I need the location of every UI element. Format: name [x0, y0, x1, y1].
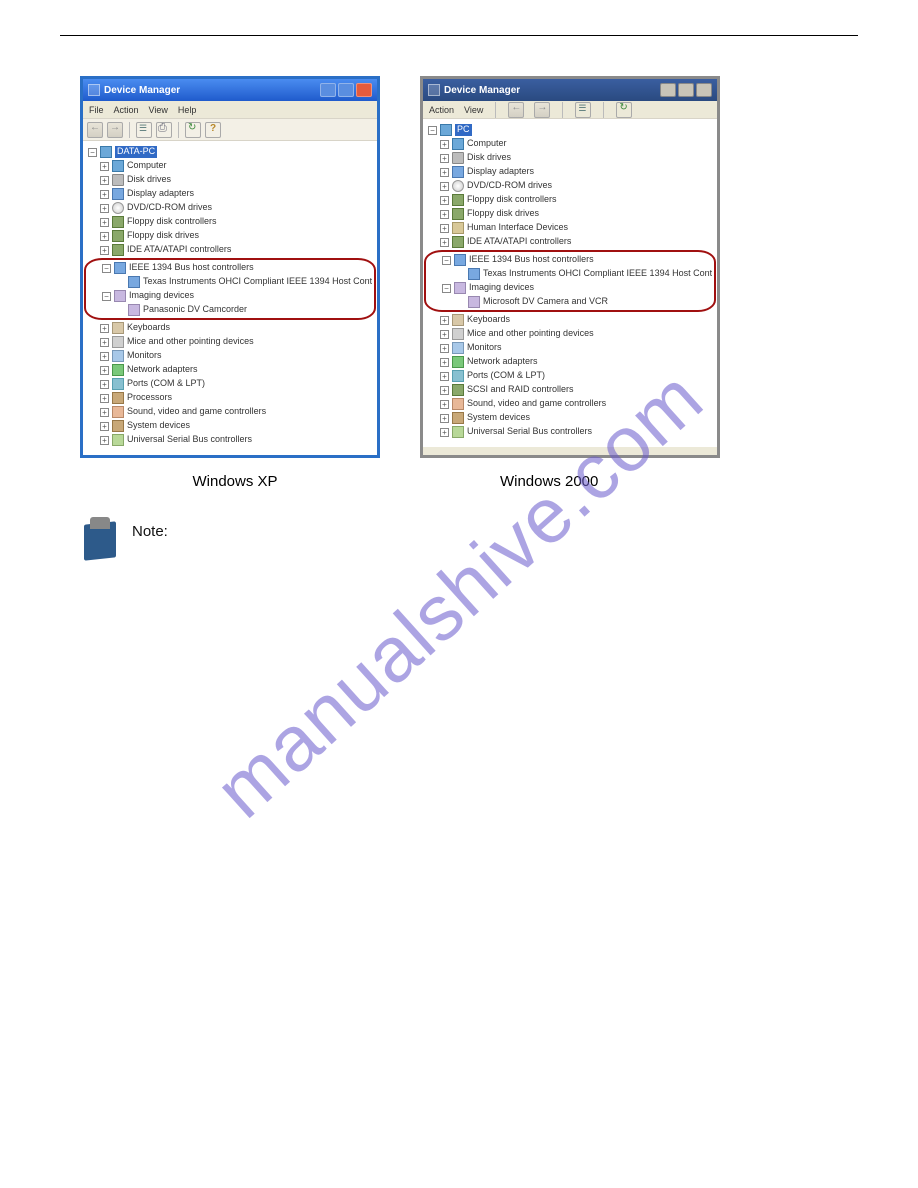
tree-node[interactable]: +Display adapters: [426, 165, 714, 179]
titlebar[interactable]: Device Manager: [83, 79, 377, 101]
caption-xp: Windows XP: [80, 473, 390, 490]
refresh-icon[interactable]: [185, 122, 201, 138]
tree-node[interactable]: +Floppy disk drives: [86, 229, 374, 243]
menu-action[interactable]: Action: [429, 105, 454, 115]
caption-2000: Windows 2000: [394, 473, 704, 490]
maximize-button[interactable]: [678, 83, 694, 97]
highlighted-region: −IEEE 1394 Bus host controllers Texas In…: [424, 250, 716, 312]
tree-node-ieee-child[interactable]: Texas Instruments OHCI Compliant IEEE 13…: [428, 267, 712, 281]
tree-node[interactable]: +Sound, video and game controllers: [426, 397, 714, 411]
app-icon: [428, 84, 440, 96]
tree-node-imaging[interactable]: −Imaging devices: [88, 289, 372, 303]
properties-icon[interactable]: [136, 122, 152, 138]
tree-node-ieee[interactable]: −IEEE 1394 Bus host controllers: [428, 253, 712, 267]
tree-node[interactable]: +IDE ATA/ATAPI controllers: [426, 235, 714, 249]
menu-view[interactable]: View: [149, 105, 168, 115]
tree-node[interactable]: +Floppy disk controllers: [86, 215, 374, 229]
highlighted-region: −IEEE 1394 Bus host controllers Texas In…: [84, 258, 376, 320]
menu-file[interactable]: File: [89, 105, 104, 115]
tree-node-imaging-child[interactable]: Panasonic DV Camcorder: [88, 303, 372, 317]
tree-node[interactable]: +Network adapters: [426, 355, 714, 369]
toolbar: [83, 119, 377, 141]
back-icon[interactable]: [87, 122, 103, 138]
forward-icon[interactable]: [107, 122, 123, 138]
tree-node[interactable]: +Processors: [86, 391, 374, 405]
tree-node[interactable]: +Ports (COM & LPT): [426, 369, 714, 383]
tree-root[interactable]: −DATA-PC: [86, 145, 374, 159]
tree-node[interactable]: +Computer: [426, 137, 714, 151]
tree-node[interactable]: +DVD/CD-ROM drives: [86, 201, 374, 215]
refresh-icon[interactable]: [616, 102, 632, 118]
root-label: PC: [455, 124, 472, 136]
tree-node[interactable]: +Human Interface Devices: [426, 221, 714, 235]
tree-node[interactable]: +Monitors: [426, 341, 714, 355]
caption-row: Windows XP Windows 2000: [80, 473, 858, 490]
menu-view[interactable]: View: [464, 105, 483, 115]
clipboard-icon: [80, 515, 120, 563]
app-icon: [88, 84, 100, 96]
device-manager-2000-window: Device Manager Action View: [420, 76, 720, 458]
tree-node[interactable]: +Keyboards: [86, 321, 374, 335]
tree-node-imaging-child[interactable]: Microsoft DV Camera and VCR: [428, 295, 712, 309]
properties-icon[interactable]: [575, 102, 591, 118]
menu-help[interactable]: Help: [178, 105, 197, 115]
menubar: File Action View Help: [83, 101, 377, 119]
tree-node[interactable]: +Disk drives: [86, 173, 374, 187]
forward-icon[interactable]: [534, 102, 550, 118]
toolbar-separator: [562, 102, 563, 118]
note-label: Note:: [132, 515, 168, 540]
tree-node[interactable]: +Monitors: [86, 349, 374, 363]
tree-node-ieee[interactable]: −IEEE 1394 Bus host controllers: [88, 261, 372, 275]
tree-node[interactable]: +Universal Serial Bus controllers: [426, 425, 714, 439]
root-label: DATA-PC: [115, 146, 157, 158]
tree-node[interactable]: +Display adapters: [86, 187, 374, 201]
toolbar-separator: [129, 122, 130, 138]
tree-node-ieee-child[interactable]: Texas Instruments OHCI Compliant IEEE 13…: [88, 275, 372, 289]
tree-node[interactable]: +System devices: [86, 419, 374, 433]
tree-node[interactable]: +Universal Serial Bus controllers: [86, 433, 374, 447]
tree-node-imaging[interactable]: −Imaging devices: [428, 281, 712, 295]
close-button[interactable]: [696, 83, 712, 97]
menu-separator: [495, 102, 496, 118]
device-manager-xp-window: Device Manager File Action View Help: [80, 76, 380, 458]
device-tree: −DATA-PC +Computer +Disk drives +Display…: [83, 141, 377, 455]
tree-root[interactable]: −PC: [426, 123, 714, 137]
help-icon[interactable]: [205, 122, 221, 138]
tree-node[interactable]: +Floppy disk drives: [426, 207, 714, 221]
tree-node[interactable]: +System devices: [426, 411, 714, 425]
back-icon[interactable]: [508, 102, 524, 118]
tree-node[interactable]: +Mice and other pointing devices: [86, 335, 374, 349]
note-row: Note:: [80, 515, 858, 563]
screenshot-row: Device Manager File Action View Help: [80, 76, 858, 458]
tree-node[interactable]: +Computer: [86, 159, 374, 173]
maximize-button[interactable]: [338, 83, 354, 97]
print-icon[interactable]: [156, 122, 172, 138]
tree-node[interactable]: +Floppy disk controllers: [426, 193, 714, 207]
tree-node[interactable]: +Sound, video and game controllers: [86, 405, 374, 419]
menubar: Action View: [423, 101, 717, 119]
tree-node[interactable]: +IDE ATA/ATAPI controllers: [86, 243, 374, 257]
header-rule: [60, 35, 858, 36]
tree-node[interactable]: +SCSI and RAID controllers: [426, 383, 714, 397]
minimize-button[interactable]: [660, 83, 676, 97]
menu-action[interactable]: Action: [114, 105, 139, 115]
tree-node[interactable]: +Ports (COM & LPT): [86, 377, 374, 391]
document-page: Device Manager File Action View Help: [0, 0, 918, 593]
window-title: Device Manager: [444, 85, 520, 96]
tree-node[interactable]: +DVD/CD-ROM drives: [426, 179, 714, 193]
tree-node[interactable]: +Network adapters: [86, 363, 374, 377]
minimize-button[interactable]: [320, 83, 336, 97]
tree-node[interactable]: +Disk drives: [426, 151, 714, 165]
toolbar-separator: [603, 102, 604, 118]
toolbar-separator: [178, 122, 179, 138]
tree-node[interactable]: +Mice and other pointing devices: [426, 327, 714, 341]
titlebar[interactable]: Device Manager: [423, 79, 717, 101]
device-tree: −PC +Computer +Disk drives +Display adap…: [423, 119, 717, 447]
close-button[interactable]: [356, 83, 372, 97]
tree-node[interactable]: +Keyboards: [426, 313, 714, 327]
window-title: Device Manager: [104, 85, 180, 96]
